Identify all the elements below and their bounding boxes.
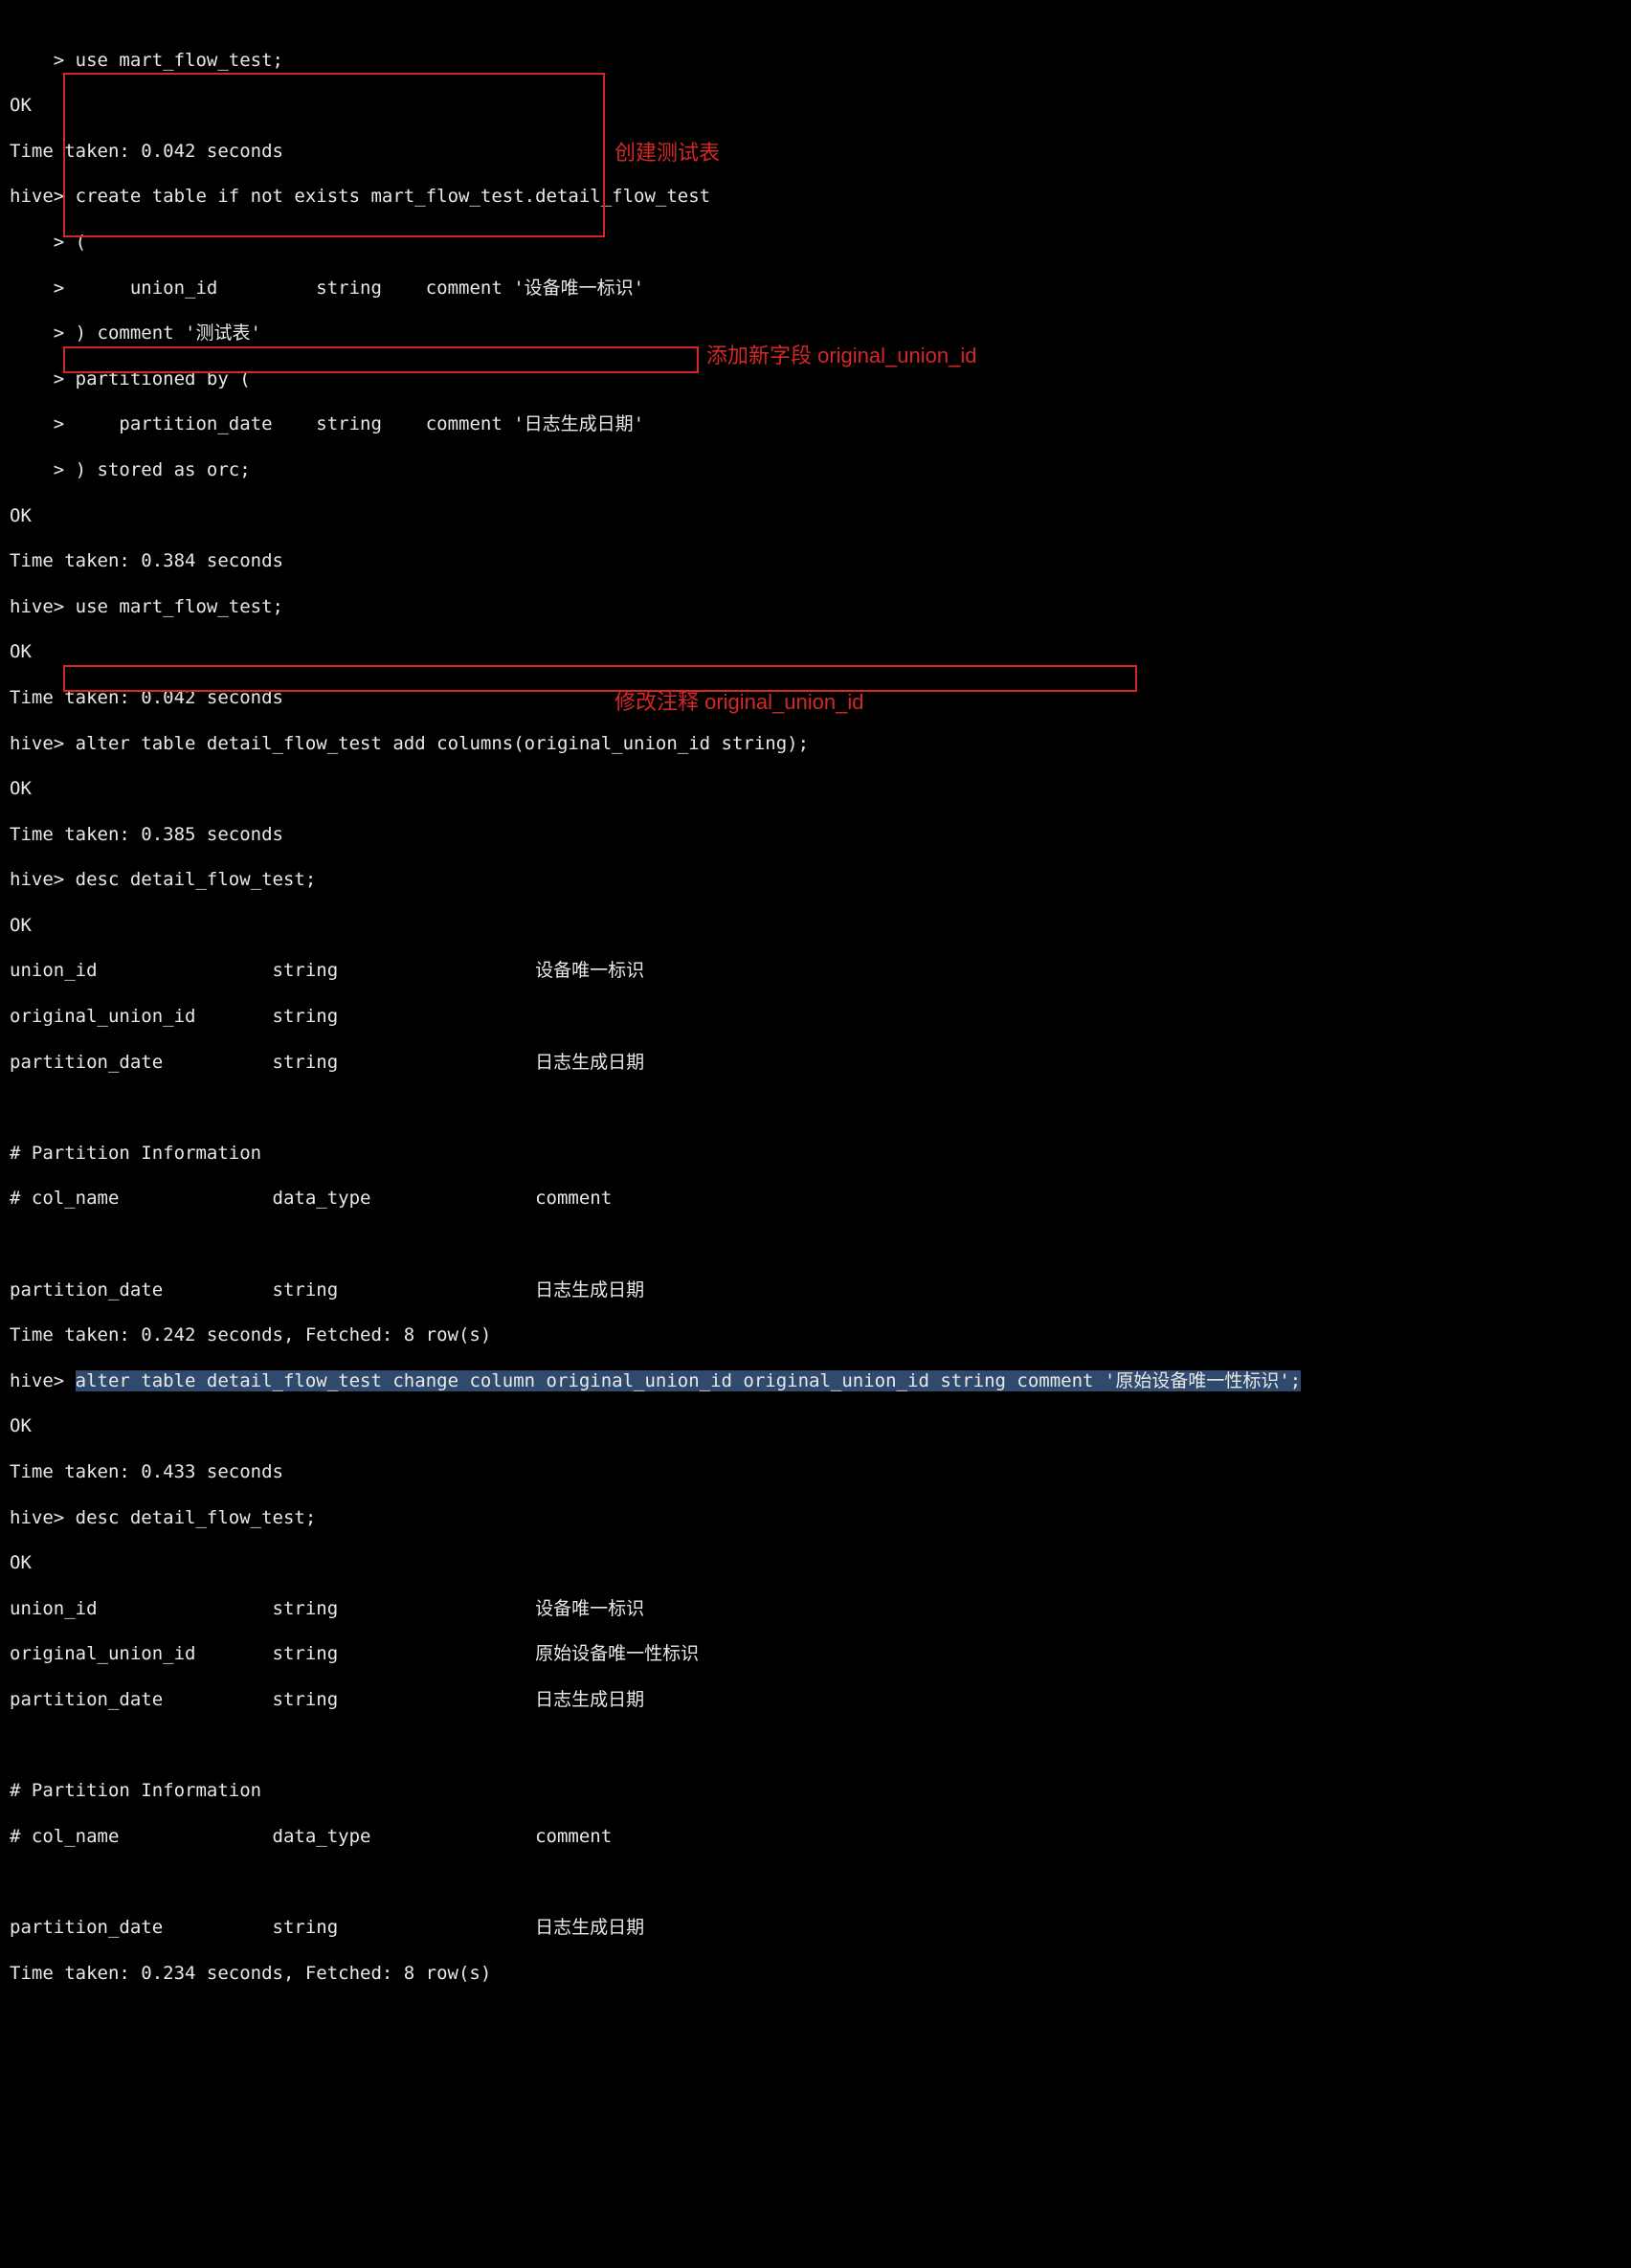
ok-line: OK bbox=[10, 778, 1621, 801]
blank-line bbox=[10, 1234, 1621, 1256]
blank-line bbox=[10, 1871, 1621, 1894]
terminal-line: hive> alter table detail_flow_test add c… bbox=[10, 733, 1621, 756]
ok-line: OK bbox=[10, 95, 1621, 118]
terminal[interactable]: > use mart_flow_test; OK Time taken: 0.0… bbox=[0, 0, 1631, 2268]
cmd-text: alter table detail_flow_test add columns… bbox=[76, 733, 809, 754]
annotation-change-column: 修改注释 original_union_id bbox=[614, 691, 863, 714]
cmd-text: use mart_flow_test; bbox=[76, 50, 283, 71]
terminal-line: > ) comment '测试表' bbox=[10, 322, 1621, 345]
terminal-line: hive> create table if not exists mart_fl… bbox=[10, 186, 1621, 209]
terminal-line: hive> alter table detail_flow_test chang… bbox=[10, 1370, 1621, 1393]
prompt-cont: > bbox=[10, 50, 76, 71]
desc-row: original_union_id string bbox=[10, 1006, 1621, 1029]
prompt-cont: > bbox=[10, 278, 76, 299]
cmd-text: desc detail_flow_test; bbox=[76, 1507, 317, 1528]
prompt-cont: > bbox=[10, 459, 76, 480]
time-taken: Time taken: 0.433 seconds bbox=[10, 1461, 1621, 1484]
cmd-text: desc detail_flow_test; bbox=[76, 869, 317, 890]
partition-info-header: # Partition Information bbox=[10, 1143, 1621, 1166]
terminal-line: > ) stored as orc; bbox=[10, 459, 1621, 482]
ok-line: OK bbox=[10, 915, 1621, 938]
blank-line bbox=[10, 1735, 1621, 1758]
cmd-text: create table if not exists mart_flow_tes… bbox=[76, 186, 710, 207]
desc-row: partition_date string 日志生成日期 bbox=[10, 1052, 1621, 1075]
desc-row: partition_date string 日志生成日期 bbox=[10, 1279, 1621, 1302]
terminal-line: hive> use mart_flow_test; bbox=[10, 596, 1621, 619]
ok-line: OK bbox=[10, 1552, 1621, 1575]
cmd-text-selected[interactable]: alter table detail_flow_test change colu… bbox=[76, 1370, 1302, 1391]
terminal-line: > partition_date string comment '日志生成日期' bbox=[10, 413, 1621, 436]
time-taken: Time taken: 0.042 seconds bbox=[10, 141, 1621, 164]
blank-line bbox=[10, 1097, 1621, 1120]
cmd-text: ) stored as orc; bbox=[76, 459, 251, 480]
prompt-hive: hive> bbox=[10, 186, 76, 207]
annotation-add-column: 添加新字段 original_union_id bbox=[706, 345, 976, 367]
desc-row: union_id string 设备唯一标识 bbox=[10, 1598, 1621, 1621]
col-header: # col_name data_type comment bbox=[10, 1826, 1621, 1849]
desc-row: union_id string 设备唯一标识 bbox=[10, 960, 1621, 983]
prompt-hive: hive> bbox=[10, 1507, 76, 1528]
cmd-text: partitioned by ( bbox=[76, 368, 251, 389]
desc-row: partition_date string 日志生成日期 bbox=[10, 1917, 1621, 1940]
desc-row: partition_date string 日志生成日期 bbox=[10, 1689, 1621, 1712]
time-taken: Time taken: 0.234 seconds, Fetched: 8 ro… bbox=[10, 1963, 1621, 1986]
terminal-line: > ( bbox=[10, 232, 1621, 255]
terminal-line: hive> desc detail_flow_test; bbox=[10, 1507, 1621, 1530]
cmd-text: union_id string comment '设备唯一标识' bbox=[76, 278, 644, 299]
ok-line: OK bbox=[10, 641, 1621, 664]
prompt-hive: hive> bbox=[10, 869, 76, 890]
prompt-cont: > bbox=[10, 368, 76, 389]
prompt-hive: hive> bbox=[10, 596, 76, 617]
prompt-cont: > bbox=[10, 413, 76, 434]
time-taken: Time taken: 0.384 seconds bbox=[10, 550, 1621, 573]
col-header: # col_name data_type comment bbox=[10, 1188, 1621, 1211]
cmd-text: use mart_flow_test; bbox=[76, 596, 283, 617]
time-taken: Time taken: 0.242 seconds, Fetched: 8 ro… bbox=[10, 1324, 1621, 1347]
prompt-cont: > bbox=[10, 322, 76, 344]
desc-row: original_union_id string 原始设备唯一性标识 bbox=[10, 1643, 1621, 1666]
terminal-line: > partitioned by ( bbox=[10, 368, 1621, 391]
terminal-line: hive> desc detail_flow_test; bbox=[10, 869, 1621, 892]
time-taken: Time taken: 0.385 seconds bbox=[10, 824, 1621, 847]
terminal-line: > use mart_flow_test; bbox=[10, 50, 1621, 73]
prompt-cont: > bbox=[10, 232, 76, 253]
cmd-text: ) comment '测试表' bbox=[76, 322, 261, 344]
ok-line: OK bbox=[10, 505, 1621, 528]
cmd-text: ( bbox=[76, 232, 86, 253]
ok-line: OK bbox=[10, 1415, 1621, 1438]
cmd-text: partition_date string comment '日志生成日期' bbox=[76, 413, 644, 434]
terminal-line: > union_id string comment '设备唯一标识' bbox=[10, 278, 1621, 300]
annotation-create-table: 创建测试表 bbox=[614, 142, 720, 165]
partition-info-header: # Partition Information bbox=[10, 1780, 1621, 1803]
prompt-hive: hive> bbox=[10, 733, 76, 754]
prompt-hive: hive> bbox=[10, 1370, 76, 1391]
